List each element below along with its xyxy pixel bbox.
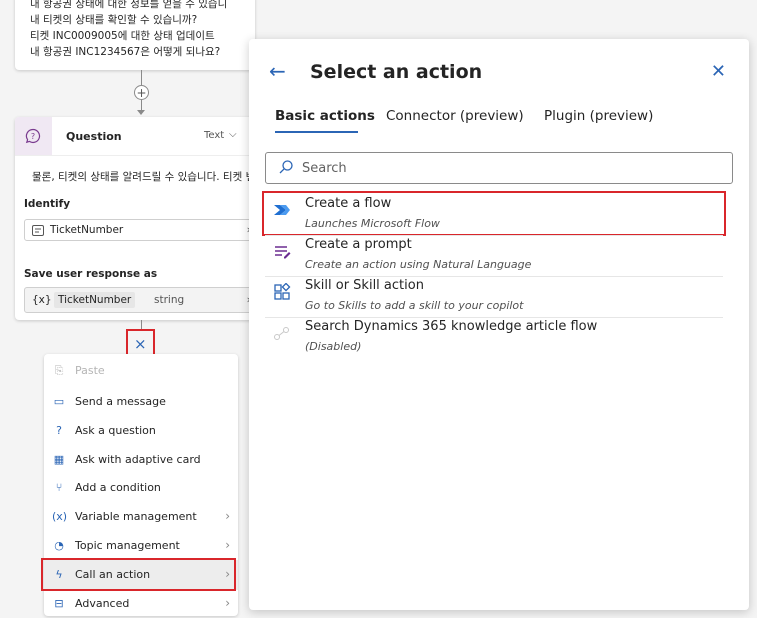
identify-label: Identify [24,198,71,210]
highlight-frame [262,191,726,236]
trigger-phrase: 티켓 INC0009005에 대한 상태 업데이트 [30,30,215,42]
connector-arrow [137,110,145,115]
question-icon: ? [15,117,52,155]
menu-item-label: Add a condition [75,481,161,494]
action-title: Search Dynamics 365 knowledge article fl… [305,319,598,334]
prompt-icon [275,246,291,259]
menu-item-add-condition[interactable]: ⑂ Add a condition [44,474,238,502]
adaptive-card-icon: ▦ [53,453,65,466]
question-node-header: ? Question Text ⌵ [15,117,255,156]
svg-text:?: ? [31,132,35,141]
menu-item-label: Ask with adaptive card [75,453,201,466]
menu-item-topic-management[interactable]: ◔ Topic management › [44,532,238,560]
action-subtitle: (Disabled) [305,340,362,353]
tab-connector[interactable]: Connector (preview) [386,108,524,124]
tab-plugin[interactable]: Plugin (preview) [544,108,653,124]
message-icon: ▭ [53,395,65,408]
chevron-right-icon: › [225,538,230,552]
response-type-dropdown[interactable]: Text [204,130,224,141]
action-title: Skill or Skill action [305,278,424,293]
condition-icon: ⑂ [55,481,63,494]
tab-basic-actions[interactable]: Basic actions [275,108,375,124]
question-node[interactable]: ? Question Text ⌵ 물론, 티켓의 상태를 알려드릴 수 있습니… [15,117,255,320]
menu-item-variable-management[interactable]: (x) Variable management › [44,503,238,531]
action-create-prompt[interactable]: Create a prompt Create an action using N… [265,236,723,277]
flow-disabled-icon [274,327,289,340]
trigger-phrase: 내 항공권 INC1234567은 어떻게 되나요? [30,46,221,58]
question-node-title: Question [66,130,122,143]
menu-item-send-message[interactable]: ▭ Send a message [44,388,238,416]
highlight-frame [41,558,236,591]
advanced-icon: ⊟ [54,597,64,610]
variable-icon: (x) [52,510,68,523]
menu-item-adaptive-card[interactable]: ▦ Ask with adaptive card [44,446,238,474]
search-icon [279,160,293,174]
search-box[interactable] [265,152,733,184]
chevron-right-icon: › [225,596,230,610]
menu-item-label: Advanced [75,597,130,610]
trigger-phrase: 내 티켓의 상태를 확인할 수 있습니까? [30,14,198,26]
entity-icon [32,225,44,236]
menu-item-label: Send a message [75,395,166,408]
chevron-down-icon[interactable]: ⌵ [229,129,237,140]
variable-icon: {x} [32,294,52,306]
trigger-phrase: 내 항공권 상태에 대한 정보를 얻을 수 있습니 [30,0,228,10]
action-search-dynamics: Search Dynamics 365 knowledge article fl… [265,318,723,359]
variable-type: string [154,294,185,306]
connector-line [141,70,142,85]
search-input[interactable] [302,158,722,178]
action-skill[interactable]: Skill or Skill action Go to Skills to ad… [265,277,723,318]
save-variable-field[interactable]: {x} TicketNumber string › [24,287,254,313]
paste-icon: ⎘ [54,364,64,377]
question-icon: ? [56,424,62,437]
menu-item-label: Ask a question [75,424,156,437]
menu-item-label: Variable management [75,510,197,523]
menu-item-paste[interactable]: ⎘ Paste [44,357,238,385]
back-arrow-icon[interactable]: ← [269,59,286,83]
add-node-button[interactable]: + [134,85,149,100]
identify-value: TicketNumber [50,224,124,236]
menu-item-label: Topic management [75,539,180,552]
action-title: Create a prompt [305,237,412,252]
panel-title: Select an action [310,61,483,83]
variable-name: TicketNumber [54,292,136,308]
menu-item-ask-question[interactable]: ? Ask a question [44,417,238,445]
question-message[interactable]: 물론, 티켓의 상태를 알려드릴 수 있습니다. 티켓 번호 [32,169,254,184]
close-icon: × [134,335,147,353]
close-icon[interactable]: ✕ [711,61,726,82]
action-subtitle: Create an action using Natural Language [305,258,532,271]
save-response-label: Save user response as [24,268,158,280]
skill-icon [274,283,291,300]
chevron-right-icon: › [225,509,230,523]
identify-field[interactable]: TicketNumber › [24,219,254,241]
trigger-phrases-card[interactable]: 내 항공권 상태에 대한 정보를 얻을 수 있습니 내 티켓의 상태를 확인할 … [15,0,255,70]
topic-icon: ◔ [54,539,64,552]
menu-item-label: Paste [75,364,105,377]
action-subtitle: Go to Skills to add a skill to your copi… [305,299,524,312]
active-tab-indicator [275,131,358,133]
select-action-panel: ← Select an action ✕ Basic actions Conne… [249,39,749,610]
